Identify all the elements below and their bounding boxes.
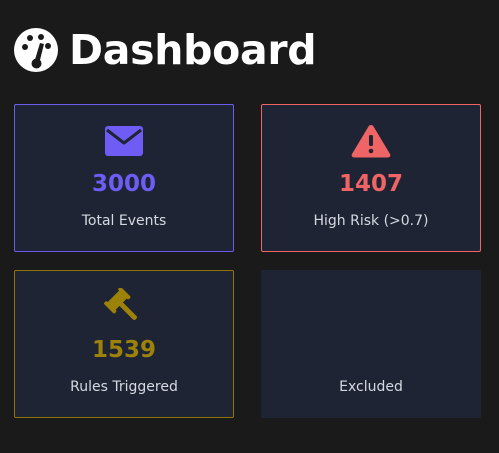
high-risk-card[interactable]: 1407 High Risk (>0.7) — [261, 104, 481, 252]
high-risk-label: High Risk (>0.7) — [313, 213, 429, 229]
page-title: Dashboard — [69, 26, 317, 74]
rules-triggered-card[interactable]: 1539 Rules Triggered — [14, 270, 234, 418]
total-events-card[interactable]: 3000 Total Events — [14, 104, 234, 252]
high-risk-value: 1407 — [338, 171, 403, 197]
page-header: Dashboard — [13, 25, 317, 75]
total-events-label: Total Events — [81, 213, 167, 229]
rules-triggered-label: Rules Triggered — [70, 379, 178, 395]
gavel-icon — [15, 288, 233, 325]
envelope-icon — [15, 123, 233, 159]
tachometer-icon — [14, 28, 58, 72]
rules-triggered-value: 1539 — [91, 337, 156, 363]
excluded-card[interactable]: Excluded — [261, 270, 481, 418]
total-events-value: 3000 — [91, 171, 156, 197]
warning-triangle-icon — [262, 123, 480, 159]
excluded-label: Excluded — [339, 379, 403, 395]
